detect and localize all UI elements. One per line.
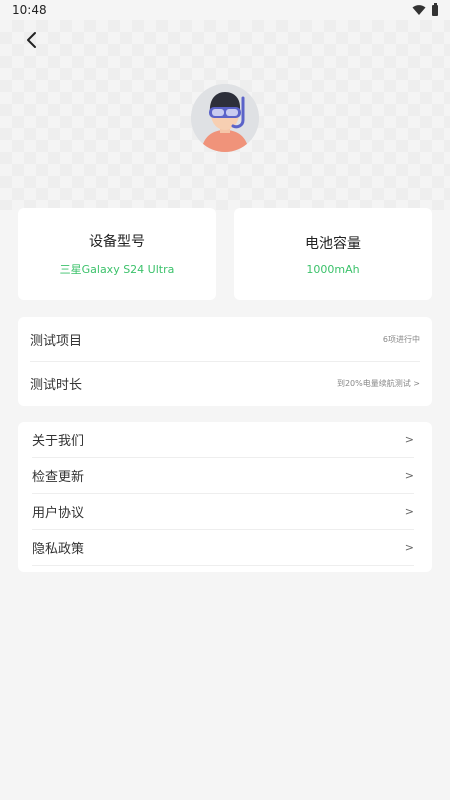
menu-item-label: 隐私政策 [32,542,85,557]
chevron-right-icon: > [404,541,414,554]
menu-item-check-update[interactable]: 检查更新 > [32,458,414,494]
back-arrow-icon [27,32,36,48]
test-items-label: 测试项目 [30,333,83,349]
avatar-diver-icon [191,84,259,152]
test-items-row: 测试项目 6项进行中 [30,317,420,361]
back-button[interactable] [20,28,44,52]
status-time: 10:48 [12,3,47,17]
test-duration-note: 到20%电量续航测试 > [336,379,420,388]
test-info-card: 测试项目 6项进行中 测试时长 到20%电量续航测试 > [18,317,432,406]
battery-capacity-title: 电池容量 [305,235,361,252]
chevron-right-icon: > [404,469,414,482]
status-bar: 10:48 [0,0,450,20]
test-duration-row[interactable]: 测试时长 到20%电量续航测试 > [30,361,420,405]
wifi-icon [412,5,426,15]
menu-item-user-agreement[interactable]: 用户协议 > [32,494,414,530]
menu-item-label: 用户协议 [32,506,85,521]
battery-capacity-card: 电池容量 1000mAh [234,208,432,300]
menu-item-label: 关于我们 [32,434,85,449]
test-duration-label: 测试时长 [30,378,83,393]
chevron-right-icon: > [404,505,414,518]
battery-capacity-value: 1000mAh [306,262,360,276]
device-model-title: 设备型号 [89,234,145,250]
menu-item-label: 检查更新 [32,470,85,485]
device-model-card: 设备型号 三星Galaxy S24 Ultra [18,208,216,300]
settings-menu-card: 关于我们 > 检查更新 > 用户协议 > 隐私政策 > [18,422,432,572]
avatar [191,84,259,152]
chevron-right-icon: > [404,433,414,446]
device-model-value: 三星Galaxy S24 Ultra [59,263,175,276]
menu-item-about-us[interactable]: 关于我们 > [32,422,414,458]
menu-item-privacy-policy[interactable]: 隐私政策 > [32,530,414,566]
test-items-note: 6项进行中 [382,334,420,344]
battery-icon [432,2,438,16]
status-icons [412,2,438,16]
